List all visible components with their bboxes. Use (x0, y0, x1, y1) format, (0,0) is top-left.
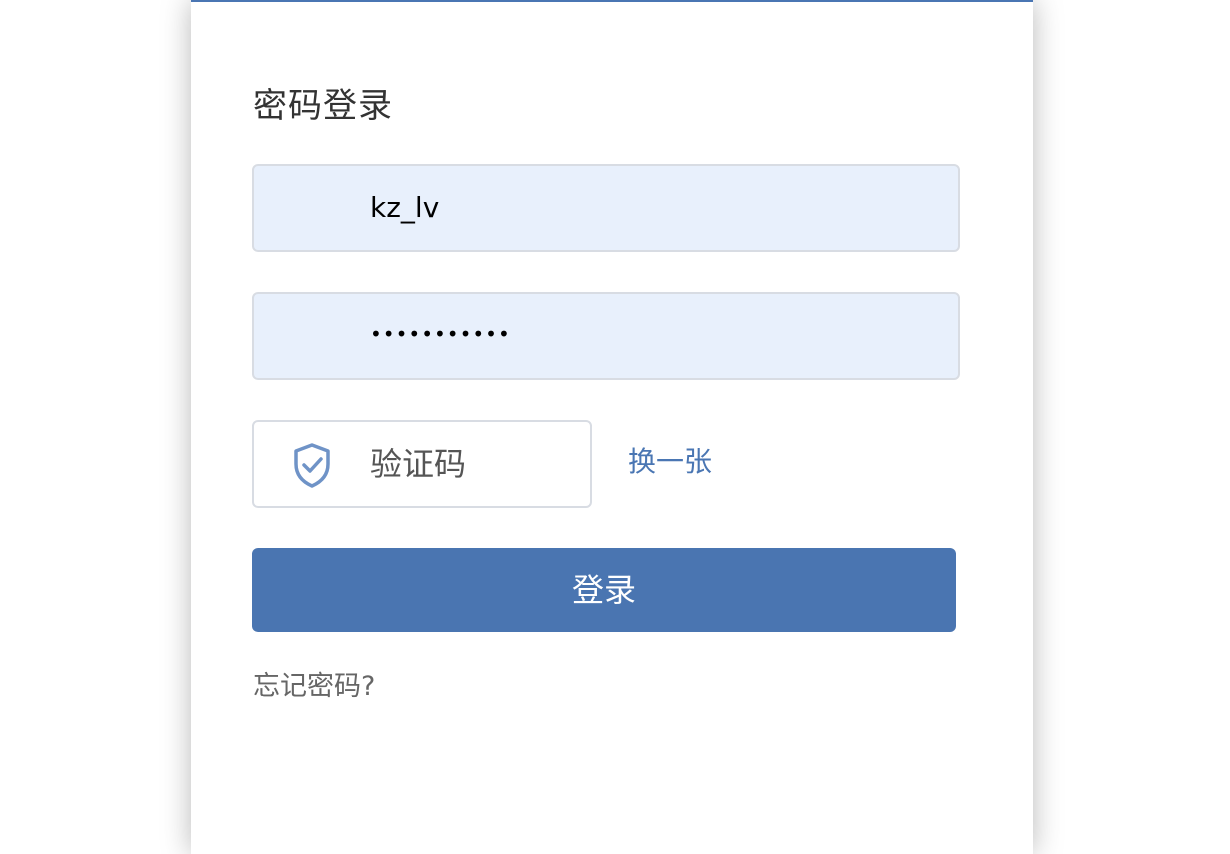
captcha-input[interactable]: 验证码 (252, 420, 592, 508)
username-value: kz_lv (370, 191, 440, 224)
forgot-password-link[interactable]: 忘记密码? (253, 664, 375, 703)
captcha-placeholder: 验证码 (370, 445, 467, 483)
password-field[interactable]: ••••••••••• (252, 292, 960, 380)
shield-check-icon (294, 443, 330, 488)
refresh-captcha-link[interactable]: 换一张 (628, 440, 712, 480)
login-card: 密码登录 kz_lv ••••••••••• 验证码 换一张 登录 忘记密码? (191, 0, 1033, 854)
page: 密码登录 kz_lv ••••••••••• 验证码 换一张 登录 忘记密码? (0, 0, 1230, 854)
username-field[interactable]: kz_lv (252, 164, 960, 252)
login-title: 密码登录 (253, 86, 393, 126)
password-value: ••••••••••• (370, 322, 511, 346)
login-button[interactable]: 登录 (252, 548, 956, 632)
